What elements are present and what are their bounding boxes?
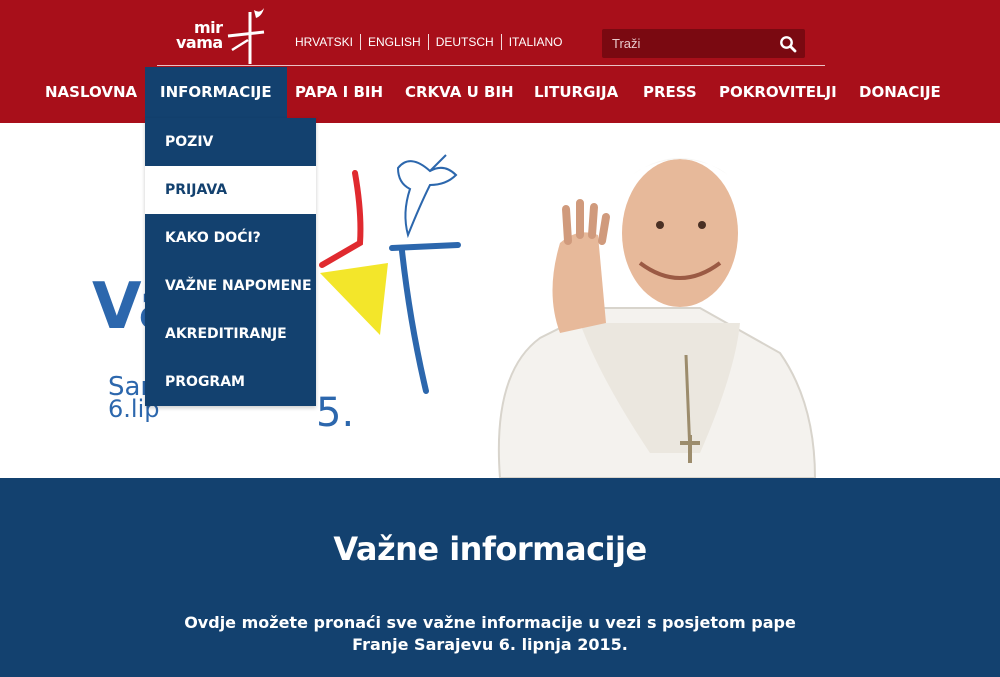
search-icon[interactable]: [779, 35, 797, 53]
nav-press[interactable]: PRESS: [643, 67, 697, 118]
logo-yellow-triangle: [320, 263, 388, 335]
nav-pokrovitelji[interactable]: POKROVITELJI: [719, 67, 837, 118]
language-switcher: HRVATSKI ENGLISH DEUTSCH ITALIANO: [288, 34, 570, 50]
site-header: mir vama HRVATSKI ENGLISH DEUTSCH ITALIA…: [0, 0, 1000, 123]
dropdown-item-akreditiranje[interactable]: AKREDITIRANJE: [145, 310, 316, 358]
header-divider: [157, 65, 825, 66]
logo-blue-cross-stem: [399, 248, 429, 394]
dropdown-item-poziv[interactable]: POZIV: [145, 118, 316, 166]
dove-icon: [396, 154, 458, 239]
logo-blue-cross-bar: [389, 242, 461, 251]
nav-liturgija[interactable]: LITURGIJA: [534, 67, 618, 118]
dropdown-item-program[interactable]: PROGRAM: [145, 358, 316, 406]
dropdown-item-kako-doci[interactable]: KAKO DOĆI?: [145, 214, 316, 262]
dropdown-item-vazne-napomene[interactable]: VAŽNE NAPOMENE: [145, 262, 316, 310]
logo-text: mir vama: [176, 20, 223, 52]
nav-papa-i-bih[interactable]: PAPA I BIH: [295, 67, 383, 118]
section-title: Važne informacije: [333, 530, 647, 568]
dropdown-item-prijava[interactable]: PRIJAVA: [145, 166, 316, 214]
lang-hrvatski[interactable]: HRVATSKI: [288, 34, 360, 50]
info-section: Važne informacije Ovdje možete pronaći s…: [0, 478, 1000, 677]
site-logo[interactable]: mir vama: [170, 6, 270, 64]
logo-word-vama: vama: [176, 33, 223, 52]
lang-english[interactable]: ENGLISH: [360, 34, 428, 50]
section-description: Ovdje možete pronaći sve važne informaci…: [184, 613, 796, 654]
logo-red-stroke: [319, 170, 364, 268]
search-input[interactable]: [602, 29, 772, 58]
pope-photo: [497, 158, 817, 478]
search-box: [602, 29, 805, 58]
main-nav: NASLOVNA INFORMACIJE PAPA I BIH CRKVA U …: [0, 67, 1000, 118]
lang-italiano[interactable]: ITALIANO: [500, 34, 570, 50]
nav-informacije[interactable]: INFORMACIJE: [145, 67, 287, 118]
nav-naslovna[interactable]: NASLOVNA: [45, 67, 137, 118]
nav-donacije[interactable]: DONACIJE: [859, 67, 941, 118]
lang-deutsch[interactable]: DEUTSCH: [427, 34, 501, 50]
informacije-dropdown: POZIV PRIJAVA KAKO DOĆI? VAŽNE NAPOMENE …: [145, 118, 316, 406]
banner-year-tail: 5.: [316, 390, 354, 436]
nav-crkva-u-bih[interactable]: CRKVA U BIH: [405, 67, 514, 118]
